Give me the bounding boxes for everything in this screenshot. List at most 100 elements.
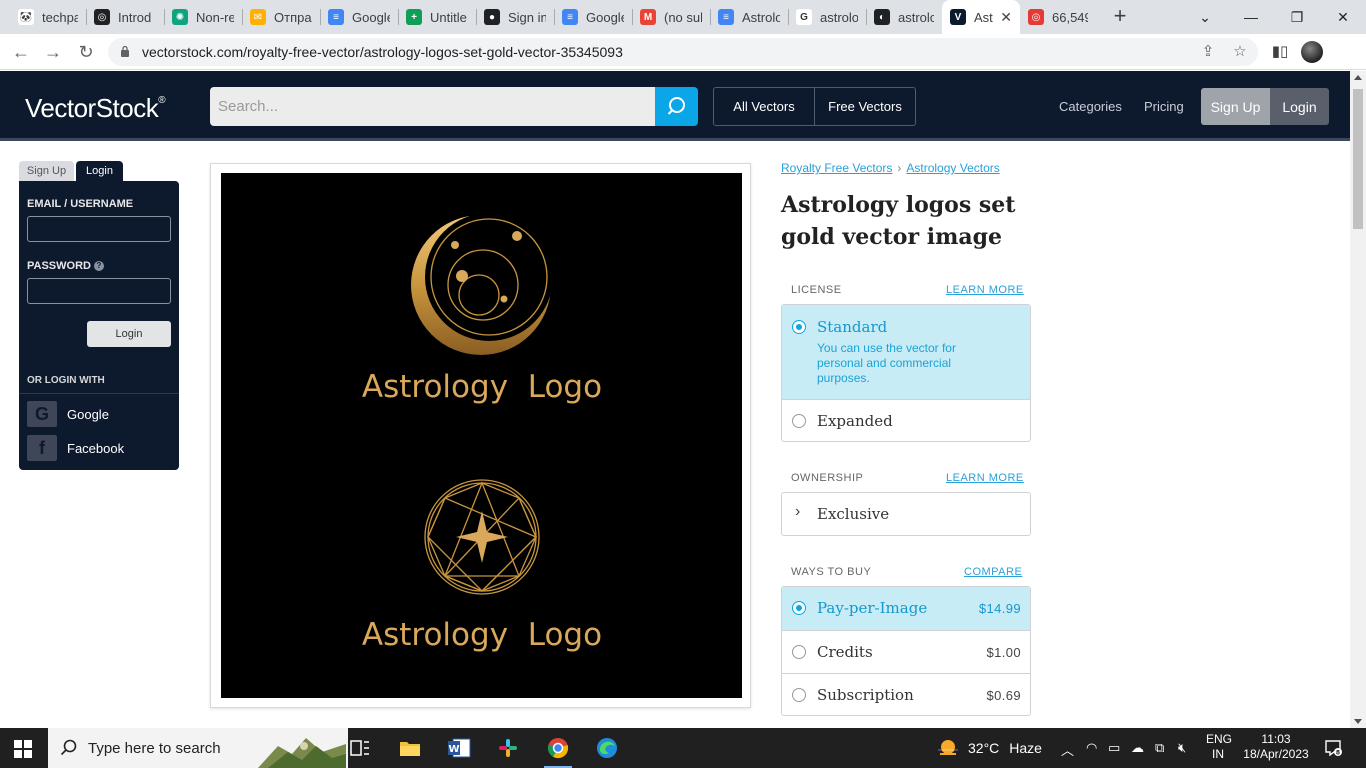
search-button[interactable] (655, 87, 698, 126)
breadcrumb-astrology[interactable]: Astrology Vectors (906, 161, 999, 175)
standard-radio[interactable] (792, 320, 806, 334)
nav-pricing[interactable]: Pricing (1144, 99, 1184, 114)
forward-icon[interactable]: → (41, 40, 65, 64)
onedrive-icon[interactable]: ☁ (1131, 740, 1144, 756)
tab-title: techpa (42, 9, 78, 25)
slack-icon[interactable] (484, 728, 532, 768)
profile-avatar[interactable] (1301, 41, 1323, 63)
file-explorer-icon[interactable] (386, 728, 434, 768)
browser-tab[interactable]: Gastrolo (788, 0, 866, 34)
license-option-standard[interactable]: Standard You can use the vector for pers… (782, 305, 1030, 399)
browser-tab[interactable]: ≡ Google (320, 0, 398, 34)
product-image: Astrology Logo Astrology Logo (221, 173, 742, 698)
tab-title: Astrolo (742, 9, 780, 25)
reload-icon[interactable]: ↻ (74, 40, 98, 64)
input-language[interactable]: ENG IN (1206, 732, 1232, 762)
scrollbar-thumb[interactable] (1353, 89, 1363, 229)
tab-title: 66,549 (1052, 9, 1088, 25)
google-login-button[interactable]: G Google (27, 401, 109, 427)
tab-login[interactable]: Login (76, 161, 123, 181)
header-signup-button[interactable]: Sign Up (1201, 88, 1270, 125)
buy-option-pay-per-image[interactable]: Pay-per-Image $14.99 (782, 587, 1030, 630)
nav-categories[interactable]: Categories (1059, 99, 1122, 114)
volume-muted-icon[interactable]: 🔇︎ (1178, 740, 1186, 756)
vectorstock-logo[interactable]: VectorStock® (25, 93, 166, 124)
tab-search-icon[interactable]: ⌄ (1182, 0, 1228, 34)
search-input[interactable] (210, 87, 655, 126)
tab-title: astrolo (820, 9, 858, 25)
browser-tab[interactable]: ≡ Astrolo (710, 0, 788, 34)
browser-tab[interactable]: M (no sub (632, 0, 710, 34)
browser-tab[interactable]: 🐼 techpa (10, 0, 86, 34)
weather-widget[interactable]: 32°C Haze (936, 738, 1042, 758)
pay-per-image-radio[interactable] (792, 601, 806, 615)
windows-start-icon[interactable] (14, 740, 32, 758)
weather-condition: Haze (1009, 740, 1042, 756)
browser-tab[interactable]: ● Sign in (476, 0, 554, 34)
browser-tab[interactable]: ✉ Отправ (242, 0, 320, 34)
help-icon[interactable]: ? (93, 261, 104, 272)
header-login-button[interactable]: Login (1270, 88, 1329, 125)
battery-icon[interactable]: ▭ (1108, 740, 1120, 756)
edge-icon[interactable] (583, 728, 631, 768)
credits-radio[interactable] (792, 645, 806, 659)
tab-title: Google (352, 9, 390, 25)
facebook-login-button[interactable]: f Facebook (27, 435, 124, 461)
chrome-taskbar-icon[interactable] (534, 728, 582, 768)
system-clock[interactable]: 11:03 18/Apr/2023 (1242, 732, 1310, 762)
all-vectors-button[interactable]: All Vectors (714, 88, 814, 125)
subscription-label: Subscription (817, 686, 914, 704)
breadcrumb-royalty-free[interactable]: Royalty Free Vectors (781, 161, 892, 175)
license-options: Standard You can use the vector for pers… (781, 304, 1031, 442)
ownership-learn-more-link[interactable]: LEARN MORE (946, 472, 1024, 484)
notification-center-icon[interactable]: 8 (1324, 739, 1342, 757)
free-vectors-button[interactable]: Free Vectors (814, 88, 915, 125)
subscription-radio[interactable] (792, 688, 806, 702)
compare-link[interactable]: COMPARE (964, 566, 1022, 578)
display-icon[interactable]: ⧉ (1155, 740, 1164, 756)
scroll-down-arrow-icon[interactable] (1354, 719, 1362, 724)
restore-icon[interactable]: ❐ (1274, 0, 1320, 34)
license-learn-more-link[interactable]: LEARN MORE (946, 284, 1024, 296)
address-bar[interactable]: vectorstock.com/royalty-free-vector/astr… (108, 38, 1258, 66)
side-panel-icon[interactable]: ▮▯ (1268, 40, 1292, 64)
browser-tab[interactable]: + Untitle (398, 0, 476, 34)
google-icon: G (27, 401, 57, 427)
back-icon[interactable]: ← (9, 40, 33, 64)
product-image-frame[interactable]: Astrology Logo Astrology Logo (210, 163, 751, 708)
divider (19, 393, 179, 394)
expanded-radio[interactable] (792, 414, 806, 428)
task-view-icon[interactable] (336, 728, 384, 768)
browser-tab[interactable]: ◎ Introd (86, 0, 164, 34)
logo-caption-1: Astrology Logo (362, 369, 602, 405)
browser-tab[interactable]: V Ast ✕ (942, 0, 1020, 34)
browser-tab[interactable]: ✺ Non-re (164, 0, 242, 34)
browser-tab[interactable]: ◐ astrolo (866, 0, 942, 34)
email-field[interactable] (27, 216, 171, 242)
tab-title: Google (586, 9, 624, 25)
word-icon[interactable]: W (435, 728, 483, 768)
tray-chevron-up-icon[interactable]: ︿ (1061, 740, 1074, 759)
wifi-icon[interactable]: ◠ (1086, 740, 1097, 756)
new-tab-button[interactable]: + (1108, 5, 1132, 29)
standard-label: Standard (817, 318, 888, 336)
close-tab-icon[interactable]: ✕ (994, 9, 1012, 26)
scroll-up-arrow-icon[interactable] (1354, 75, 1362, 80)
minimize-icon[interactable]: — (1228, 0, 1274, 34)
browser-tab[interactable]: ◎ 66,549 (1020, 0, 1096, 34)
bookmark-star-icon[interactable]: ☆ (1230, 42, 1250, 62)
tab-favicon-icon: ◎ (94, 9, 110, 25)
taskbar-search-box[interactable]: Type here to search (48, 728, 348, 768)
buy-option-subscription[interactable]: Subscription $0.69 (782, 673, 1030, 715)
share-icon[interactable]: ⇪ (1198, 42, 1218, 62)
crescent-moon-logo (411, 215, 551, 355)
login-submit-button[interactable]: Login (87, 321, 171, 347)
page-scrollbar[interactable] (1350, 71, 1366, 728)
ownership-option-exclusive[interactable]: › Exclusive (782, 493, 1030, 535)
browser-tab[interactable]: ≡ Google (554, 0, 632, 34)
buy-option-credits[interactable]: Credits $1.00 (782, 630, 1030, 673)
close-window-icon[interactable]: ✕ (1320, 0, 1366, 34)
password-field[interactable] (27, 278, 171, 304)
tab-signup[interactable]: Sign Up (19, 161, 74, 181)
license-option-expanded[interactable]: Expanded (782, 399, 1030, 441)
